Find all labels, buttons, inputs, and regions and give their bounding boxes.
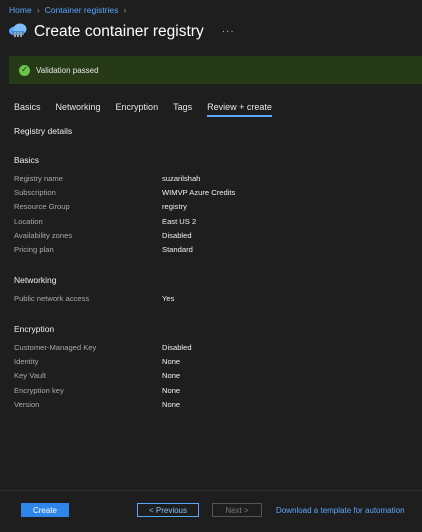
cloud-registry-icon (8, 20, 28, 43)
detail-value: Disabled (162, 343, 192, 352)
tab-encryption[interactable]: Encryption (116, 102, 159, 117)
detail-label: Public network access (14, 294, 90, 303)
detail-value: None (162, 357, 181, 366)
detail-label: Location (14, 217, 43, 226)
detail-value: WIMVP Azure Credits (162, 188, 236, 197)
validation-banner: ✓ Validation passed (9, 56, 422, 84)
detail-value: Standard (162, 245, 193, 254)
validation-message: Validation passed (36, 65, 99, 75)
detail-value: East US 2 (162, 217, 197, 226)
detail-label: Key Vault (14, 371, 46, 380)
detail-value: None (162, 371, 181, 380)
breadcrumb-container-registries[interactable]: Container registries (45, 5, 119, 15)
tab-bar: Basics Networking Encryption Tags Review… (14, 102, 272, 117)
tab-networking[interactable]: Networking (56, 102, 101, 117)
previous-button[interactable]: < Previous (137, 503, 199, 517)
detail-label: Availability zones (14, 231, 73, 240)
detail-label: Version (14, 400, 40, 409)
detail-value: None (162, 400, 181, 409)
detail-label: Resource Group (14, 202, 70, 211)
tab-tags[interactable]: Tags (173, 102, 192, 117)
detail-value: Disabled (162, 231, 192, 240)
registry-details-heading: Registry details (14, 126, 73, 136)
detail-label: Customer-Managed Key (14, 343, 97, 352)
tab-basics[interactable]: Basics (14, 102, 41, 117)
detail-value: None (162, 386, 181, 395)
download-template-link[interactable]: Download a template for automation (276, 503, 405, 517)
create-button[interactable]: Create (21, 503, 69, 517)
more-options-icon[interactable]: ··· (222, 26, 235, 37)
footer-divider (0, 490, 422, 491)
detail-label: Registry name (14, 174, 63, 183)
page-title: Create container registry (34, 22, 204, 40)
chevron-right-icon: › (36, 5, 40, 15)
detail-label: Pricing plan (14, 245, 54, 254)
detail-value: suzarilshah (162, 174, 201, 183)
detail-label: Encryption key (14, 386, 64, 395)
detail-value: registry (162, 202, 187, 211)
basics-heading: Basics (14, 155, 40, 165)
next-button[interactable]: Next > (212, 503, 262, 517)
check-circle-icon: ✓ (19, 64, 30, 76)
tab-review-create[interactable]: Review + create (207, 102, 272, 117)
detail-label: Identity (14, 357, 39, 366)
chevron-right-icon: › (123, 5, 127, 15)
detail-label: Subscription (14, 188, 56, 197)
breadcrumb-home[interactable]: Home (9, 5, 32, 15)
detail-value: Yes (162, 294, 175, 303)
title-row: Create container registry ··· (8, 20, 235, 43)
networking-heading: Networking (14, 275, 57, 285)
create-registry-page: Home › Container registries › Create con… (0, 0, 422, 532)
encryption-heading: Encryption (14, 324, 55, 334)
breadcrumb: Home › Container registries › (9, 5, 126, 15)
